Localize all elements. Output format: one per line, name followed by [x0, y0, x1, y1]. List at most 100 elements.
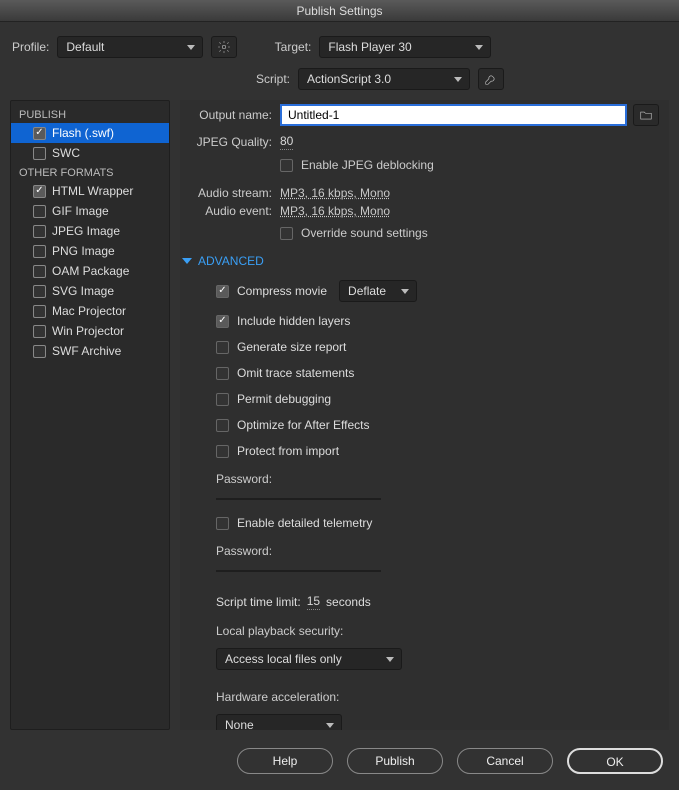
checkbox-icon[interactable] — [33, 305, 46, 318]
sidebar-item-svg[interactable]: SVG Image — [11, 281, 169, 301]
audio-stream-value[interactable]: MP3, 16 kbps, Mono — [280, 186, 390, 200]
ok-button[interactable]: OK — [567, 748, 663, 774]
sidebar-item-label: PNG Image — [52, 244, 115, 258]
script-value: ActionScript 3.0 — [307, 72, 391, 86]
password2-label: Password: — [182, 540, 659, 560]
hw-accel-label: Hardware acceleration: — [182, 686, 659, 706]
header-row-2: Script: ActionScript 3.0 — [0, 64, 679, 100]
override-sound-checkbox[interactable] — [280, 227, 293, 240]
sidebar-item-label: SVG Image — [52, 284, 114, 298]
omit-trace-checkbox[interactable] — [216, 367, 229, 380]
compress-movie-label: Compress movie — [237, 284, 327, 298]
window-title: Publish Settings — [0, 0, 679, 22]
password2-input[interactable] — [216, 570, 381, 572]
sidebar-item-label: SWC — [52, 146, 80, 160]
target-select[interactable]: Flash Player 30 — [319, 36, 491, 58]
jpeg-quality-label: JPEG Quality: — [182, 135, 272, 149]
checkbox-icon[interactable] — [33, 147, 46, 160]
sidebar-item-label: OAM Package — [52, 264, 129, 278]
include-hidden-layers-label: Include hidden layers — [237, 314, 350, 328]
sidebar-section-publish: PUBLISH — [11, 105, 169, 123]
output-name-input[interactable] — [280, 104, 627, 126]
advanced-toggle[interactable]: ADVANCED — [182, 248, 659, 270]
sidebar-item-label: JPEG Image — [52, 224, 120, 238]
sidebar-item-label: Flash (.swf) — [52, 126, 114, 140]
audio-event-value[interactable]: MP3, 16 kbps, Mono — [280, 204, 390, 218]
local-playback-value: Access local files only — [225, 652, 342, 666]
profile-options-button[interactable] — [211, 36, 237, 58]
target-label: Target: — [267, 40, 311, 54]
enable-jpeg-deblocking-label: Enable JPEG deblocking — [301, 158, 434, 172]
protect-import-label: Protect from import — [237, 444, 339, 458]
sidebar-item-mac-projector[interactable]: Mac Projector — [11, 301, 169, 321]
omit-trace-label: Omit trace statements — [237, 366, 354, 380]
sidebar-item-oam[interactable]: OAM Package — [11, 261, 169, 281]
sidebar-item-swf-archive[interactable]: SWF Archive — [11, 341, 169, 361]
enable-telemetry-checkbox[interactable] — [216, 517, 229, 530]
local-playback-label: Local playback security: — [182, 620, 659, 640]
include-hidden-layers-checkbox[interactable] — [216, 315, 229, 328]
checkbox-icon[interactable] — [33, 265, 46, 278]
settings-panel: Output name: JPEG Quality: 80 Enable JPE… — [180, 100, 669, 730]
profile-select[interactable]: Default — [57, 36, 203, 58]
jpeg-quality-value[interactable]: 80 — [280, 134, 293, 150]
gear-icon — [217, 40, 231, 54]
chevron-down-icon — [182, 258, 192, 264]
audio-stream-label: Audio stream: — [182, 186, 272, 200]
sidebar-item-win-projector[interactable]: Win Projector — [11, 321, 169, 341]
script-time-unit: seconds — [326, 595, 371, 609]
sidebar-item-jpeg[interactable]: JPEG Image — [11, 221, 169, 241]
publish-settings-window: Publish Settings Profile: Default Target… — [0, 0, 679, 790]
permit-debugging-checkbox[interactable] — [216, 393, 229, 406]
enable-telemetry-label: Enable detailed telemetry — [237, 516, 372, 530]
permit-debugging-label: Permit debugging — [237, 392, 331, 406]
checkbox-icon[interactable] — [33, 225, 46, 238]
password1-input[interactable] — [216, 498, 381, 500]
local-playback-select[interactable]: Access local files only — [216, 648, 402, 670]
checkbox-icon[interactable] — [33, 345, 46, 358]
compress-method-value: Deflate — [348, 284, 386, 298]
help-button[interactable]: Help — [237, 748, 333, 774]
optimize-ae-checkbox[interactable] — [216, 419, 229, 432]
cancel-button[interactable]: Cancel — [457, 748, 553, 774]
hw-accel-select[interactable]: None — [216, 714, 342, 730]
checkbox-icon[interactable] — [33, 185, 46, 198]
output-name-label: Output name: — [182, 108, 272, 122]
sidebar-item-label: SWF Archive — [52, 344, 121, 358]
actionscript-settings-button[interactable] — [478, 68, 504, 90]
compress-method-select[interactable]: Deflate — [339, 280, 417, 302]
browse-folder-button[interactable] — [633, 104, 659, 126]
sidebar-item-label: HTML Wrapper — [52, 184, 133, 198]
sidebar-item-html-wrapper[interactable]: HTML Wrapper — [11, 181, 169, 201]
compress-movie-checkbox[interactable] — [216, 285, 229, 298]
script-label: Script: — [246, 72, 290, 86]
advanced-label: ADVANCED — [198, 254, 264, 268]
sidebar-item-flash-swf[interactable]: Flash (.swf) — [11, 123, 169, 143]
generate-size-report-label: Generate size report — [237, 340, 346, 354]
sidebar-item-swc[interactable]: SWC — [11, 143, 169, 163]
checkbox-icon[interactable] — [33, 127, 46, 140]
publish-button[interactable]: Publish — [347, 748, 443, 774]
checkbox-icon[interactable] — [33, 245, 46, 258]
enable-jpeg-deblocking-checkbox[interactable] — [280, 159, 293, 172]
optimize-ae-label: Optimize for After Effects — [237, 418, 370, 432]
protect-import-checkbox[interactable] — [216, 445, 229, 458]
wrench-icon — [484, 72, 498, 86]
profile-value: Default — [66, 40, 104, 54]
dialog-footer: Help Publish Cancel OK — [0, 738, 679, 790]
sidebar-item-png[interactable]: PNG Image — [11, 241, 169, 261]
header-row-1: Profile: Default Target: Flash Player 30 — [0, 22, 679, 64]
checkbox-icon[interactable] — [33, 285, 46, 298]
override-sound-label: Override sound settings — [301, 226, 428, 240]
script-time-value[interactable]: 15 — [307, 594, 320, 610]
script-select[interactable]: ActionScript 3.0 — [298, 68, 470, 90]
sidebar-section-other-formats: OTHER FORMATS — [11, 163, 169, 181]
hw-accel-value: None — [225, 718, 254, 730]
checkbox-icon[interactable] — [33, 325, 46, 338]
folder-icon — [639, 108, 653, 122]
sidebar-item-gif[interactable]: GIF Image — [11, 201, 169, 221]
sidebar-item-label: GIF Image — [52, 204, 109, 218]
generate-size-report-checkbox[interactable] — [216, 341, 229, 354]
profile-label: Profile: — [12, 40, 49, 54]
checkbox-icon[interactable] — [33, 205, 46, 218]
